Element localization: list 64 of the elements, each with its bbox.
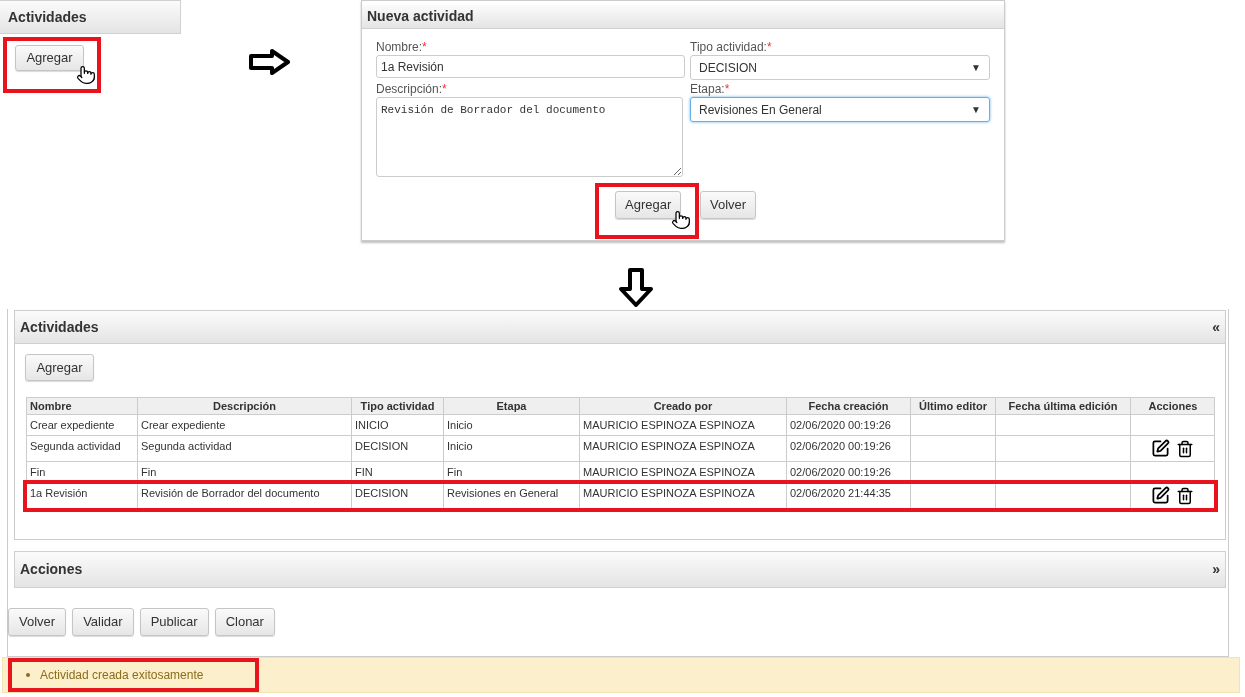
table-cell: Revisiones en General [444, 483, 580, 508]
expand-toggle[interactable]: » [1212, 559, 1220, 580]
panel-title: Actividades [20, 317, 99, 337]
add-button[interactable]: Agregar [25, 354, 94, 381]
column-header: Tipo actividad [352, 398, 444, 414]
table-cell: DECISION [352, 483, 444, 508]
delete-icon[interactable] [1176, 486, 1194, 505]
action-button[interactable]: Publicar [139, 608, 209, 636]
table-cell: 02/06/2020 00:19:26 [787, 415, 911, 435]
column-header: Fecha última edición [996, 398, 1131, 414]
column-header: Fecha creación [787, 398, 911, 414]
table-cell: Crear expediente [27, 415, 138, 435]
table-cell: Inicio [444, 436, 580, 461]
action-button[interactable]: Validar [72, 608, 134, 636]
table-cell: MAURICIO ESPINOZA ESPINOZA [580, 436, 787, 461]
column-header: Nombre [27, 398, 138, 414]
add-button[interactable]: Agregar [615, 191, 682, 219]
field-label: Nombre:* [376, 40, 428, 54]
action-button[interactable]: Clonar [214, 608, 275, 636]
table-cell: 02/06/2020 00:19:26 [787, 462, 911, 482]
column-header: Último editor [911, 398, 996, 414]
hand-cursor-icon [671, 210, 691, 230]
table-cell: Fin [138, 462, 352, 482]
table-cell: Crear expediente [138, 415, 352, 435]
edit-icon[interactable] [1151, 486, 1170, 505]
table-cell: Fin [444, 462, 580, 482]
table-cell: MAURICIO ESPINOZA ESPINOZA [580, 415, 787, 435]
table-cell: FIN [352, 462, 444, 482]
table-cell: Revisión de Borrador del documento [138, 483, 352, 508]
add-button[interactable]: Agregar [15, 45, 84, 71]
form-title: Nueva actividad [362, 5, 1004, 29]
back-button[interactable]: Volver [700, 191, 757, 219]
column-header: Descripción [138, 398, 352, 414]
action-button[interactable]: Volver [8, 608, 67, 636]
hand-cursor-icon [76, 65, 96, 85]
field-label: Etapa:* [690, 82, 731, 96]
table-cell: MAURICIO ESPINOZA ESPINOZA [580, 462, 787, 482]
table-cell: DECISION [352, 436, 444, 461]
table-cell: Inicio [444, 415, 580, 435]
table-cell: 1a Revisión [27, 483, 138, 508]
field-label: Tipo actividad:* [690, 40, 773, 54]
column-header: Creado por [580, 398, 787, 414]
table-cell: 02/06/2020 00:19:26 [787, 436, 911, 461]
edit-icon[interactable] [1151, 439, 1170, 458]
collapse-toggle[interactable]: « [1212, 316, 1220, 338]
table-cell: INICIO [352, 415, 444, 435]
description-field[interactable]: Revisión de Borrador del documento [376, 97, 683, 177]
dropdown-field[interactable]: Revisiones En General ▼ [690, 97, 990, 122]
delete-icon[interactable] [1176, 439, 1194, 458]
column-header: Acciones [1147, 399, 1199, 414]
right-arrow-icon [248, 48, 292, 76]
panel-header: Actividades [0, 0, 181, 34]
table-cell: Segunda actividad [138, 436, 352, 461]
table-cell: Fin [27, 462, 138, 482]
table-cell: Segunda actividad [27, 436, 138, 461]
name-field[interactable]: 1a Revisión [376, 55, 685, 78]
field-label: Descripción:* [376, 82, 448, 96]
table-cell: MAURICIO ESPINOZA ESPINOZA [580, 483, 787, 508]
table-cell: 02/06/2020 21:44:35 [787, 483, 911, 508]
down-arrow-icon [617, 267, 655, 309]
column-header: Etapa [444, 398, 580, 414]
dropdown-field[interactable]: DECISION ▼ [690, 55, 990, 80]
success-message: Actividad creada exitosamente [40, 667, 204, 684]
panel-title: Acciones [20, 560, 83, 579]
